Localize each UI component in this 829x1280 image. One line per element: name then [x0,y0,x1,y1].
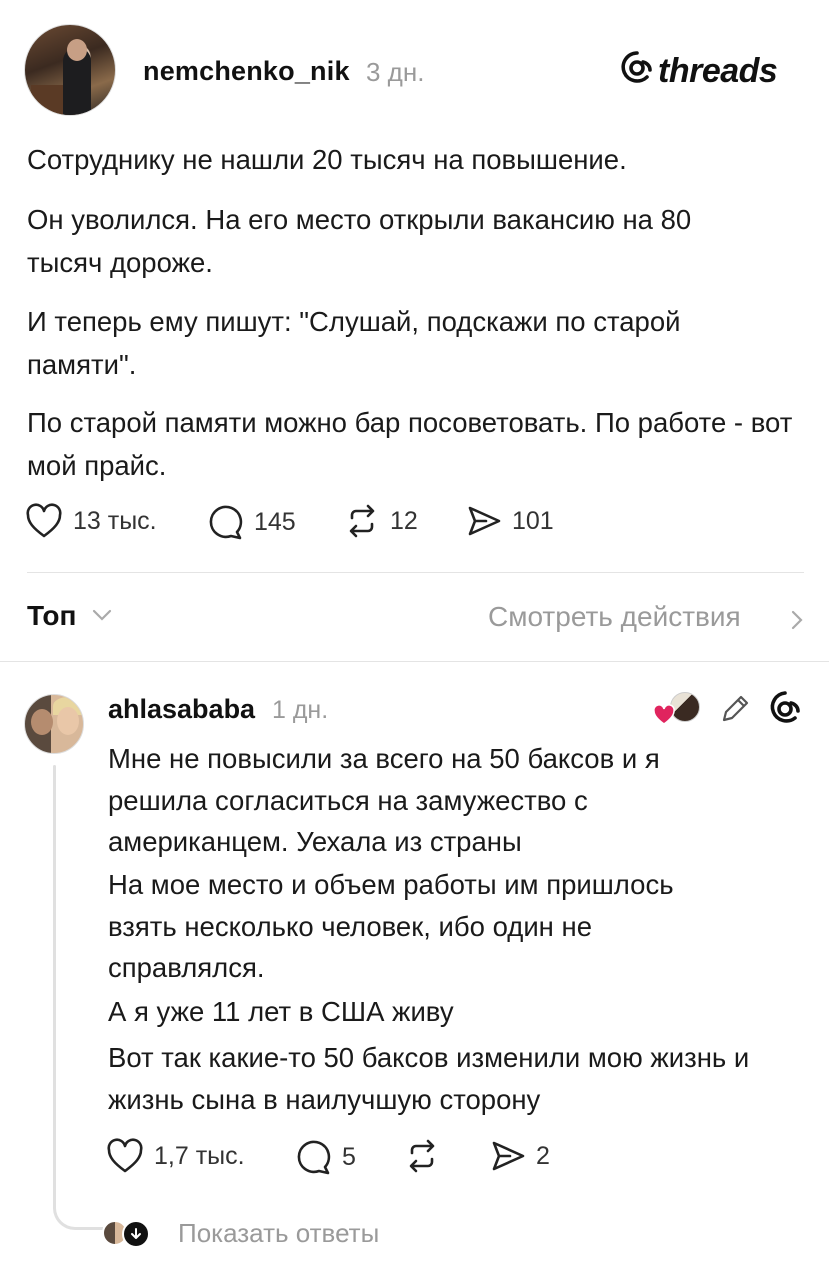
view-activity-link[interactable]: Смотреть действия [488,601,741,633]
divider [27,572,804,573]
reply-username[interactable]: ahlasababa [108,694,255,725]
reply-avatars[interactable] [96,1218,156,1250]
chevron-down-icon[interactable] [92,608,112,622]
send-icon [468,506,501,536]
repost-icon [349,504,375,538]
show-replies-link[interactable]: Показать ответы [178,1218,379,1249]
comment-bubble-icon [297,1140,331,1175]
reply-like-button[interactable]: 1,7 тыс. [106,1138,245,1174]
reply-paragraph: Мне не повысили за всего на 50 баксов и … [108,743,660,857]
arrow-down-icon [122,1220,150,1248]
reply-paragraph: Вот так какие-то 50 баксов изменили мою … [108,1042,750,1115]
post-paragraph: Сотруднику не нашли 20 тысяч на повышени… [27,144,627,175]
like-count: 13 тыс. [73,506,157,535]
post-paragraph: По старой памяти можно бар посоветовать.… [27,407,793,481]
pencil-icon[interactable] [718,692,752,726]
divider [0,661,829,662]
threads-wordmark: threads [658,52,778,90]
repost-button[interactable]: 12 [344,503,418,539]
threads-at-icon[interactable] [768,690,802,726]
repost-count: 12 [390,506,418,535]
comment-count: 145 [254,507,296,536]
reply-comment-button[interactable]: 5 [294,1138,356,1176]
reply-time: 1 дн. [272,696,329,724]
comment-button[interactable]: 145 [206,503,296,541]
send-icon [492,1141,525,1171]
reply-paragraph: На мое место и объем работы им пришлось … [108,869,674,983]
reply-comment-count: 5 [342,1142,356,1171]
comment-bubble-icon [209,505,243,540]
reply-share-button[interactable]: 2 [490,1138,550,1174]
sort-dropdown[interactable]: Топ [27,600,76,632]
heart-icon [26,503,62,538]
post-paragraph: Он уволился. На его место открыли ваканс… [27,204,692,278]
threads-logo: threads [620,50,778,93]
liked-by-author-icon [652,690,704,730]
reply-repost-button[interactable] [404,1138,440,1174]
repost-icon [409,1139,435,1173]
heart-icon [107,1138,143,1173]
share-count: 101 [512,506,554,535]
threads-at-icon [620,50,654,93]
share-button[interactable]: 101 [466,503,554,539]
post-paragraph: И теперь ему пишут: "Слушай, подскажи по… [27,306,681,380]
reply-author-avatar[interactable] [24,694,84,754]
like-button[interactable]: 13 тыс. [25,503,157,539]
chevron-right-icon[interactable] [790,610,804,630]
author-avatar[interactable] [24,24,116,116]
reply-paragraph: А я уже 11 лет в США живу [108,996,454,1027]
reply-share-count: 2 [536,1141,550,1170]
reply-like-count: 1,7 тыс. [154,1141,245,1170]
post-time: 3 дн. [366,57,425,87]
author-username[interactable]: nemchenko_nik [143,56,350,87]
